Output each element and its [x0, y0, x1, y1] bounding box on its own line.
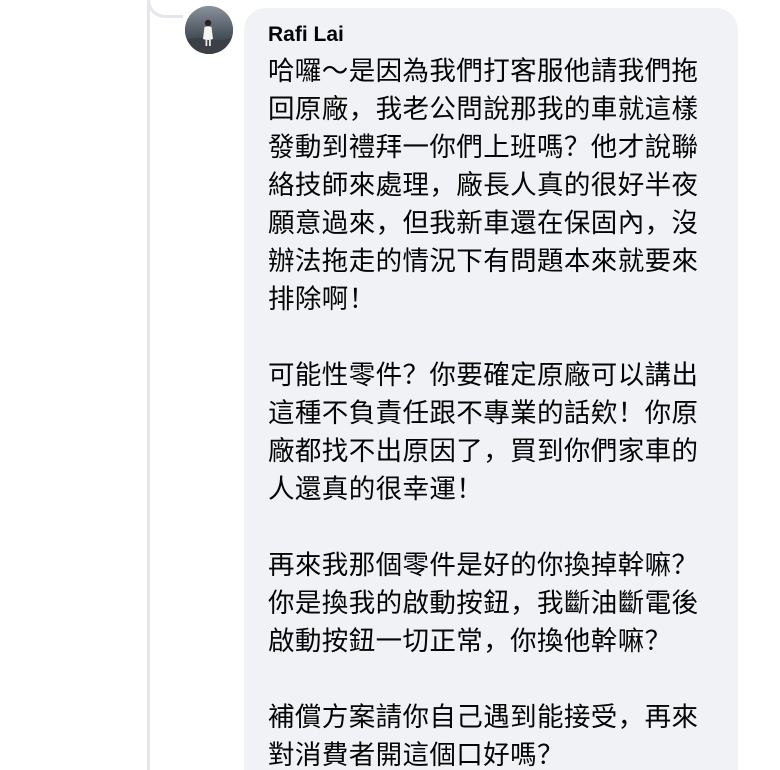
comment-author-name[interactable]: Rafi Lai	[268, 22, 714, 48]
comment-text-line: 排除啊！	[268, 284, 376, 315]
comment-paragraph-4: 補償方案請你自己遇到能接受，再來 對消費者開這個口好嗎？	[268, 699, 714, 770]
comment-text-line: 再來我那個零件是好的你換掉幹嘛？	[268, 550, 699, 581]
comment-text-line: 發動到禮拜一你們上班嗎？他才說聯	[268, 132, 699, 163]
reply-thread-line	[147, 0, 150, 770]
reply-thread-connector	[147, 0, 183, 18]
avatar[interactable]	[185, 6, 233, 54]
comment-text-line: 對消費者開這個口好嗎？	[268, 740, 564, 770]
comment-text-line: 願意過來，但我新車還在保固內，沒	[268, 208, 699, 239]
comment-paragraph-3: 再來我那個零件是好的你換掉幹嘛？ 你是換我的啟動按鈕，我斷油斷電後 啟動按鈕一切…	[268, 547, 714, 661]
comment-text-line: 補償方案請你自己遇到能接受，再來	[268, 702, 699, 733]
comment-text-line: 可能性零件？你要確定原廠可以講出	[268, 360, 699, 391]
comment-text-line: 廠都找不出原因了，買到你們家車的	[268, 436, 699, 467]
comment-paragraph-2: 可能性零件？你要確定原廠可以講出 這種不負責任跟不專業的話欸！你原 廠都找不出原…	[268, 357, 714, 509]
comment-text-line: 回原廠，我老公問說那我的車就這樣	[268, 94, 699, 125]
comment-bubble: Rafi Lai 哈囉～是因為我們打客服他請我們拖 回原廠，我老公問說那我的車就…	[244, 8, 738, 770]
avatar-photo-icon	[185, 6, 233, 54]
comment-thread: Rafi Lai 哈囉～是因為我們打客服他請我們拖 回原廠，我老公問說那我的車就…	[0, 0, 780, 770]
comment-text-line: 絡技師來處理，廠長人真的很好半夜	[268, 170, 699, 201]
comment-text-line: 辦法拖走的情況下有問題本來就要來	[268, 246, 699, 277]
comment-text-line: 你是換我的啟動按鈕，我斷油斷電後	[268, 588, 699, 619]
comment-text-line: 啟動按鈕一切正常，你換他幹嘛？	[268, 626, 672, 657]
comment-paragraph-1: 哈囉～是因為我們打客服他請我們拖 回原廠，我老公問說那我的車就這樣 發動到禮拜一…	[268, 53, 714, 319]
comment-text-line: 這種不負責任跟不專業的話欸！你原	[268, 398, 699, 429]
comment-text-line: 人還真的很幸運！	[268, 474, 484, 505]
comment-text-line: 哈囉～是因為我們打客服他請我們拖	[268, 56, 699, 87]
